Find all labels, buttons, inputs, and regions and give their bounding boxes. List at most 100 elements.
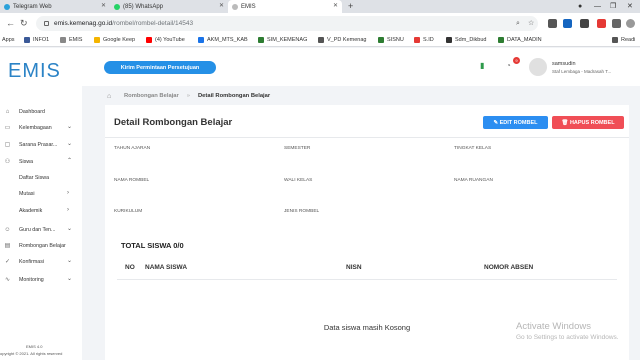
notification-badge: 9 (513, 57, 520, 64)
chevron-down-icon: ⌄ (66, 258, 72, 264)
bookmark-label: EMIS (69, 37, 83, 43)
profile-icon[interactable] (626, 19, 635, 28)
bookmark-icon (198, 37, 204, 43)
chevron-right-icon: › (67, 207, 69, 213)
bookmark-apps[interactable]: Apps (2, 36, 15, 44)
sidebar-item-monitoring[interactable]: ∿ Monitoring ⌄ (0, 274, 82, 285)
puzzle-icon[interactable] (612, 19, 621, 28)
close-icon[interactable]: ✕ (219, 3, 224, 9)
new-tab-button[interactable]: + (348, 1, 353, 12)
bookmark-sid[interactable]: S.ID (414, 36, 434, 44)
bookmark-label: SISNU (387, 37, 404, 43)
sidebar-item-rombongan-belajar[interactable]: ▤ Rombongan Belajar (0, 240, 82, 251)
bookmark-label: Sdm_Dikbud (455, 37, 487, 43)
bookmark-youtube[interactable]: (4) YouTube (146, 36, 185, 44)
table-divider (117, 279, 617, 280)
activate-windows-watermark: Activate Windows Go to Settings to activ… (516, 321, 619, 341)
edit-rombel-button[interactable]: ✎ EDIT ROMBEL (483, 116, 548, 129)
chevron-down-icon: ⌄ (66, 226, 72, 232)
divider (105, 137, 629, 138)
sidebar-item-siswa[interactable]: ⚇ Siswa ⌃ (0, 156, 82, 167)
hapus-rombel-button[interactable]: 🗑 HAPUS ROMBEL (552, 116, 624, 129)
page-title: Detail Rombongan Belajar (114, 117, 233, 128)
sidebar-subitem-akademik[interactable]: Akademik › (19, 206, 79, 216)
sidebar-item-label: Kelembagaan (19, 124, 52, 131)
bookmark-label: V_PD Kemenag (327, 37, 367, 43)
sidebar-item-kelembagaan[interactable]: ▭ Kelembagaan ⌄ (0, 122, 82, 133)
sidebar-item-sarana[interactable]: ▢ Sarana Prasar... ⌄ (0, 139, 82, 150)
tab-title: EMIS (241, 3, 256, 10)
signal-icon[interactable]: ▮ (480, 61, 484, 71)
breadcrumb-parent[interactable]: Rombongan Belajar (124, 93, 179, 99)
emis-logo[interactable]: EMIS (8, 61, 61, 81)
bookmark-sim-kemenag[interactable]: SIM_KEMENAG (258, 36, 307, 44)
field-jenis-rombel: JENIS ROMBEL (284, 209, 320, 214)
tab-telegram[interactable]: Telegram Web ✕ (0, 0, 110, 13)
sidebar-item-konfirmasi[interactable]: ✓ Konfirmasi ⌄ (0, 256, 82, 267)
url-path: /rombel/rombel-detail/14543 (112, 20, 194, 27)
browser-tab-bar: Telegram Web ✕ (85) WhatsApp ✕ EMIS ✕ + … (0, 0, 640, 13)
bookmark-icon (24, 37, 30, 43)
sidebar-subitem-daftar-siswa[interactable]: Daftar Siswa (19, 173, 79, 183)
sidebar-item-guru[interactable]: ☺ Guru dan Ten... ⌄ (0, 224, 82, 235)
bookmark-sisnu[interactable]: SISNU (378, 36, 404, 44)
extension-icon[interactable] (548, 19, 557, 28)
users-icon: ⚇ (4, 159, 11, 165)
bookmark-icon (258, 37, 264, 43)
bookmark-reading-list[interactable]: Readi (612, 36, 635, 44)
app-version: EMIS 4.0 (26, 344, 43, 349)
url-domain: emis.kemenag.go.id (54, 20, 113, 27)
user-name[interactable]: samsudin (552, 61, 576, 67)
address-bar[interactable]: emis.kemenag.go.id /rombel/rombel-detail… (36, 16, 538, 31)
close-window-icon[interactable]: ✕ (627, 1, 633, 12)
breadcrumb-current: Detail Rombongan Belajar (198, 93, 271, 99)
tab-title: Telegram Web (13, 3, 52, 10)
home-icon[interactable]: ⌂ (107, 93, 114, 100)
breadcrumb: ⌂ Rombongan Belajar » Detail Rombongan B… (107, 90, 627, 102)
app-topbar: Kirim Permintaan Persetujuan ▮ ◔ 9 samsu… (82, 48, 640, 86)
close-icon[interactable]: ✕ (333, 3, 338, 9)
chevron-down-icon: ⌄ (66, 141, 72, 147)
extension-icon[interactable] (580, 19, 589, 28)
sidebar-item-label: Konfirmasi (19, 258, 45, 265)
kirim-permintaan-button[interactable]: Kirim Permintaan Persetujuan (104, 61, 216, 74)
bell-icon[interactable]: ◔ (506, 61, 511, 71)
bookmark-google-keep[interactable]: Google Keep (94, 36, 135, 44)
reading-list-icon (612, 37, 618, 43)
star-icon[interactable]: ☆ (528, 20, 534, 28)
close-icon[interactable]: ✕ (101, 3, 106, 9)
tab-title: (85) WhatsApp (123, 3, 164, 10)
bookmark-info1[interactable]: INFO1 (24, 36, 49, 44)
sidebar-subitem-mutasi[interactable]: Mutasi › (19, 189, 79, 199)
bookmarks-bar: Apps INFO1 EMIS Google Keep (4) YouTube … (0, 34, 640, 47)
bookmark-icon (60, 37, 66, 43)
sidebar-item-dashboard[interactable]: ⌂ Dashboard (0, 106, 82, 117)
minimize-icon[interactable]: — (594, 1, 601, 12)
youtube-icon (146, 37, 152, 43)
field-semester: SEMESTER (284, 146, 311, 151)
watermark-title: Activate Windows (516, 321, 591, 332)
back-icon[interactable]: ← (6, 17, 15, 29)
bookmark-icon (446, 37, 452, 43)
bookmark-sdm-dikbud[interactable]: Sdm_Dikbud (446, 36, 487, 44)
sidebar-item-label: Rombongan Belajar (19, 242, 66, 249)
reload-icon[interactable]: ↻ (20, 17, 28, 29)
record-icon[interactable]: ● (578, 1, 582, 12)
bookmark-data-madin[interactable]: DATA_MADIN (498, 36, 542, 44)
bookmark-emis[interactable]: EMIS (60, 36, 82, 44)
field-tingkat-kelas: TINGKAT KELAS (454, 146, 492, 151)
copyright: opyright © 2021. All rights reserved (0, 351, 63, 356)
tab-emis[interactable]: EMIS ✕ (228, 0, 342, 13)
bookmark-akm[interactable]: AKM_MTS_KAB (198, 36, 248, 44)
extension-icon[interactable] (563, 19, 572, 28)
maximize-icon[interactable]: ❐ (610, 1, 616, 12)
column-header-nama-siswa: NAMA SISWA (145, 264, 188, 271)
tab-whatsapp[interactable]: (85) WhatsApp ✕ (110, 0, 228, 13)
column-header-no: NO (125, 264, 135, 271)
bookmark-icon (378, 37, 384, 43)
sidebar-item-label: Akademik (19, 208, 43, 214)
avatar[interactable] (529, 58, 547, 76)
search-icon[interactable]: ⌕ (516, 20, 520, 28)
bookmark-vpd[interactable]: V_PD Kemenag (318, 36, 366, 44)
extension-icon[interactable] (597, 19, 606, 28)
